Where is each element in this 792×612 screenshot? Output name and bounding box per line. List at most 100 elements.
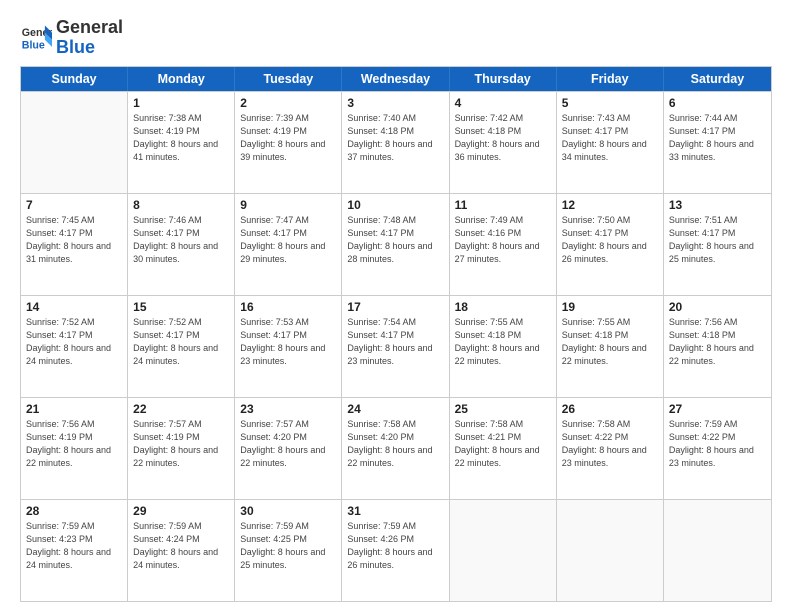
day-number: 4	[455, 96, 551, 110]
cal-header-saturday: Saturday	[664, 67, 771, 91]
day-number: 10	[347, 198, 443, 212]
cal-cell-4-5: 25Sunrise: 7:58 AMSunset: 4:21 PMDayligh…	[450, 398, 557, 499]
cal-cell-3-3: 16 Sunrise: 7:53 AMSunset: 4:17 PMDayligh…	[235, 296, 342, 397]
cal-cell-3-4: 17Sunrise: 7:54 AMSunset: 4:17 PMDayligh…	[342, 296, 449, 397]
cal-header-thursday: Thursday	[450, 67, 557, 91]
cal-cell-4-3: 23 Sunrise: 7:57 AMSunset: 4:20 PMDayligh…	[235, 398, 342, 499]
cal-cell-2-3: 9 Sunrise: 7:47 AMSunset: 4:17 PMDaylight…	[235, 194, 342, 295]
day-number: 21	[26, 402, 122, 416]
cal-cell-4-6: 26 Sunrise: 7:58 AMSunset: 4:22 PMDayligh…	[557, 398, 664, 499]
cal-cell-3-6: 19 Sunrise: 7:55 AMSunset: 4:18 PMDayligh…	[557, 296, 664, 397]
day-info: Sunrise: 7:54 AMSunset: 4:17 PMDaylight:…	[347, 316, 443, 368]
day-number: 5	[562, 96, 658, 110]
cal-cell-2-1: 7 Sunrise: 7:45 AMSunset: 4:17 PMDaylight…	[21, 194, 128, 295]
cal-cell-4-2: 22Sunrise: 7:57 AMSunset: 4:19 PMDayligh…	[128, 398, 235, 499]
cal-cell-3-2: 15Sunrise: 7:52 AMSunset: 4:17 PMDayligh…	[128, 296, 235, 397]
cal-cell-5-2: 29 Sunrise: 7:59 AMSunset: 4:24 PMDayligh…	[128, 500, 235, 601]
header: General Blue General Blue	[20, 18, 772, 58]
svg-text:Blue: Blue	[22, 39, 45, 51]
cal-cell-3-7: 20 Sunrise: 7:56 AMSunset: 4:18 PMDayligh…	[664, 296, 771, 397]
day-number: 9	[240, 198, 336, 212]
day-number: 31	[347, 504, 443, 518]
day-number: 15	[133, 300, 229, 314]
cal-cell-1-2: 1Sunrise: 7:38 AMSunset: 4:19 PMDaylight…	[128, 92, 235, 193]
day-number: 19	[562, 300, 658, 314]
day-info: Sunrise: 7:55 AMSunset: 4:18 PMDaylight:…	[455, 316, 551, 368]
page: General Blue General Blue SundayMondayTu…	[0, 0, 792, 612]
day-number: 29	[133, 504, 229, 518]
cal-week-1: 1Sunrise: 7:38 AMSunset: 4:19 PMDaylight…	[21, 91, 771, 193]
day-info: Sunrise: 7:47 AMSunset: 4:17 PMDaylight:…	[240, 214, 336, 266]
cal-cell-3-1: 14 Sunrise: 7:52 AMSunset: 4:17 PMDayligh…	[21, 296, 128, 397]
day-number: 20	[669, 300, 766, 314]
day-number: 28	[26, 504, 122, 518]
day-number: 7	[26, 198, 122, 212]
cal-cell-1-1	[21, 92, 128, 193]
cal-cell-4-4: 24 Sunrise: 7:58 AMSunset: 4:20 PMDayligh…	[342, 398, 449, 499]
day-number: 23	[240, 402, 336, 416]
day-number: 6	[669, 96, 766, 110]
day-info: Sunrise: 7:59 AMSunset: 4:25 PMDaylight:…	[240, 520, 336, 572]
day-number: 14	[26, 300, 122, 314]
day-info: Sunrise: 7:46 AMSunset: 4:17 PMDaylight:…	[133, 214, 229, 266]
day-number: 26	[562, 402, 658, 416]
cal-cell-5-7	[664, 500, 771, 601]
cal-cell-5-6	[557, 500, 664, 601]
day-info: Sunrise: 7:59 AMSunset: 4:24 PMDaylight:…	[133, 520, 229, 572]
day-number: 8	[133, 198, 229, 212]
day-number: 30	[240, 504, 336, 518]
day-number: 2	[240, 96, 336, 110]
cal-header-friday: Friday	[557, 67, 664, 91]
day-info: Sunrise: 7:45 AMSunset: 4:17 PMDaylight:…	[26, 214, 122, 266]
calendar-body: 1Sunrise: 7:38 AMSunset: 4:19 PMDaylight…	[21, 91, 771, 601]
cal-cell-4-1: 21 Sunrise: 7:56 AMSunset: 4:19 PMDayligh…	[21, 398, 128, 499]
cal-cell-5-3: 30 Sunrise: 7:59 AMSunset: 4:25 PMDayligh…	[235, 500, 342, 601]
day-info: Sunrise: 7:58 AMSunset: 4:20 PMDaylight:…	[347, 418, 443, 470]
day-info: Sunrise: 7:57 AMSunset: 4:20 PMDaylight:…	[240, 418, 336, 470]
day-number: 3	[347, 96, 443, 110]
cal-week-2: 7 Sunrise: 7:45 AMSunset: 4:17 PMDaylight…	[21, 193, 771, 295]
day-info: Sunrise: 7:38 AMSunset: 4:19 PMDaylight:…	[133, 112, 229, 164]
cal-cell-1-3: 2 Sunrise: 7:39 AMSunset: 4:19 PMDaylight…	[235, 92, 342, 193]
day-info: Sunrise: 7:58 AMSunset: 4:21 PMDaylight:…	[455, 418, 551, 470]
day-info: Sunrise: 7:42 AMSunset: 4:18 PMDaylight:…	[455, 112, 551, 164]
day-info: Sunrise: 7:50 AMSunset: 4:17 PMDaylight:…	[562, 214, 658, 266]
cal-cell-1-7: 6Sunrise: 7:44 AMSunset: 4:17 PMDaylight…	[664, 92, 771, 193]
day-number: 16	[240, 300, 336, 314]
cal-week-5: 28Sunrise: 7:59 AMSunset: 4:23 PMDayligh…	[21, 499, 771, 601]
day-info: Sunrise: 7:58 AMSunset: 4:22 PMDaylight:…	[562, 418, 658, 470]
cal-cell-3-5: 18 Sunrise: 7:55 AMSunset: 4:18 PMDayligh…	[450, 296, 557, 397]
day-info: Sunrise: 7:51 AMSunset: 4:17 PMDaylight:…	[669, 214, 766, 266]
cal-cell-5-4: 31 Sunrise: 7:59 AMSunset: 4:26 PMDayligh…	[342, 500, 449, 601]
cal-cell-5-5	[450, 500, 557, 601]
cal-header-wednesday: Wednesday	[342, 67, 449, 91]
day-info: Sunrise: 7:56 AMSunset: 4:18 PMDaylight:…	[669, 316, 766, 368]
cal-cell-5-1: 28Sunrise: 7:59 AMSunset: 4:23 PMDayligh…	[21, 500, 128, 601]
logo: General Blue General Blue	[20, 18, 123, 58]
day-number: 11	[455, 198, 551, 212]
cal-cell-2-4: 10 Sunrise: 7:48 AMSunset: 4:17 PMDayligh…	[342, 194, 449, 295]
logo-blue-text: Blue	[56, 38, 123, 58]
cal-cell-2-6: 12Sunrise: 7:50 AMSunset: 4:17 PMDayligh…	[557, 194, 664, 295]
cal-week-3: 14 Sunrise: 7:52 AMSunset: 4:17 PMDayligh…	[21, 295, 771, 397]
day-number: 18	[455, 300, 551, 314]
day-info: Sunrise: 7:48 AMSunset: 4:17 PMDaylight:…	[347, 214, 443, 266]
day-info: Sunrise: 7:49 AMSunset: 4:16 PMDaylight:…	[455, 214, 551, 266]
cal-cell-2-7: 13Sunrise: 7:51 AMSunset: 4:17 PMDayligh…	[664, 194, 771, 295]
day-info: Sunrise: 7:40 AMSunset: 4:18 PMDaylight:…	[347, 112, 443, 164]
day-number: 22	[133, 402, 229, 416]
day-info: Sunrise: 7:55 AMSunset: 4:18 PMDaylight:…	[562, 316, 658, 368]
day-number: 24	[347, 402, 443, 416]
calendar-header: SundayMondayTuesdayWednesdayThursdayFrid…	[21, 67, 771, 91]
day-info: Sunrise: 7:39 AMSunset: 4:19 PMDaylight:…	[240, 112, 336, 164]
day-info: Sunrise: 7:56 AMSunset: 4:19 PMDaylight:…	[26, 418, 122, 470]
calendar: SundayMondayTuesdayWednesdayThursdayFrid…	[20, 66, 772, 602]
day-info: Sunrise: 7:53 AMSunset: 4:17 PMDaylight:…	[240, 316, 336, 368]
logo-general-text: General	[56, 18, 123, 38]
cal-header-sunday: Sunday	[21, 67, 128, 91]
cal-header-tuesday: Tuesday	[235, 67, 342, 91]
day-info: Sunrise: 7:59 AMSunset: 4:22 PMDaylight:…	[669, 418, 766, 470]
cal-cell-1-6: 5Sunrise: 7:43 AMSunset: 4:17 PMDaylight…	[557, 92, 664, 193]
day-info: Sunrise: 7:52 AMSunset: 4:17 PMDaylight:…	[26, 316, 122, 368]
day-info: Sunrise: 7:59 AMSunset: 4:26 PMDaylight:…	[347, 520, 443, 572]
